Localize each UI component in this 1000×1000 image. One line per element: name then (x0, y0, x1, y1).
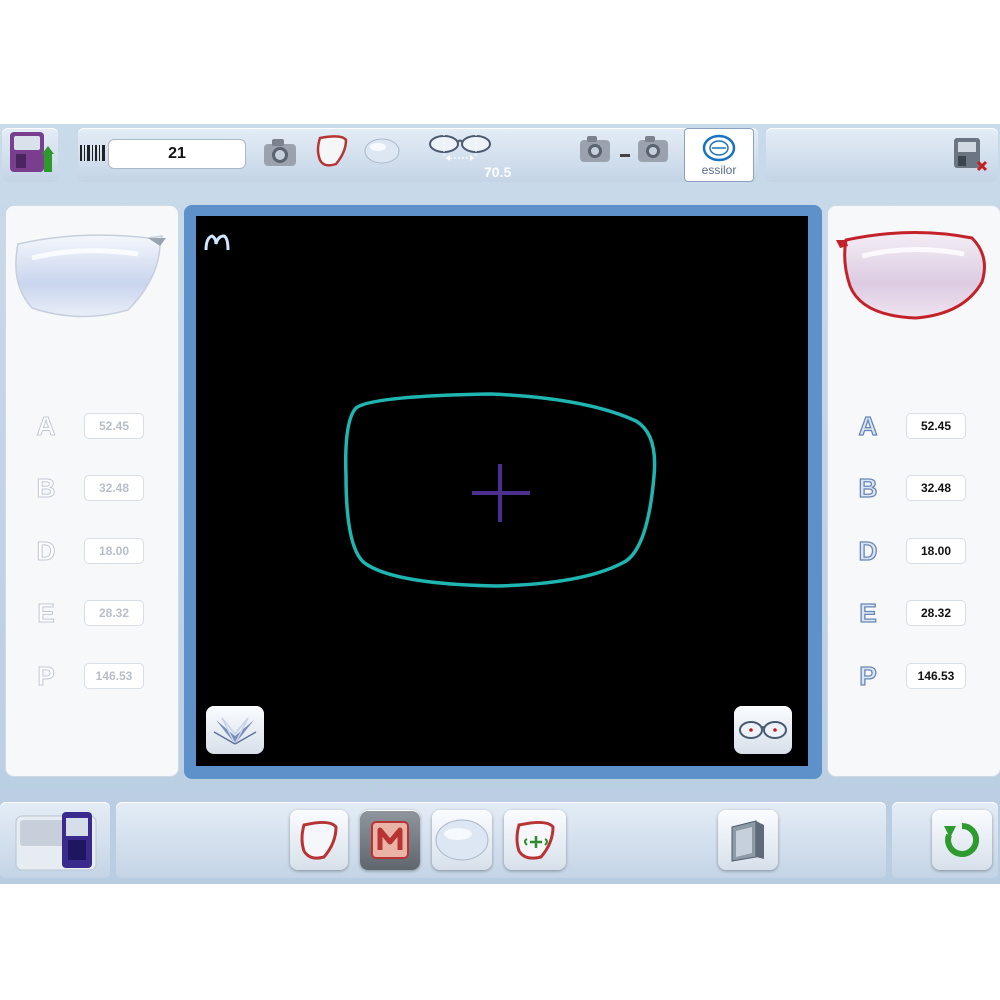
frame-icon[interactable] (312, 132, 352, 170)
export-icon (731, 818, 765, 862)
measurement-value: 32.48 (84, 475, 144, 501)
frame-button-icon (300, 820, 338, 860)
essilor-logo-text: essilor (701, 162, 737, 177)
left-measurement-d: D 18.00 (6, 536, 178, 567)
measurement-letter: A (858, 410, 878, 441)
m-shape-icon[interactable] (204, 234, 230, 251)
export-button[interactable] (718, 810, 778, 870)
measurement-letter: P (37, 661, 55, 692)
left-measurement-e: E 28.32 (6, 598, 178, 629)
measurement-value: 18.00 (906, 538, 966, 564)
essilor-logo[interactable]: essilor (684, 128, 754, 182)
glasses-centers-icon (739, 721, 787, 739)
measurement-letter: E (37, 598, 55, 629)
measurement-value: 146.53 (906, 663, 966, 689)
measurement-letter: A (36, 411, 56, 442)
m-button[interactable] (360, 810, 420, 870)
right-lens-panel: A 52.45 B 32.48 D 18.00 E 28.32 P 146.53 (828, 206, 1000, 776)
lens-icon[interactable] (362, 134, 402, 168)
crosshair (472, 464, 530, 522)
barcode-icon (80, 143, 106, 163)
right-measurement-b: B 32.48 (828, 472, 1000, 504)
edger-machine-button[interactable] (10, 806, 102, 874)
refresh-button[interactable] (932, 810, 992, 870)
left-measurement-b: B 32.48 (6, 473, 178, 504)
left-lens-panel: A 52.45 B 32.48 D 18.00 E 28.32 P 146.53 (6, 206, 178, 776)
measurement-letter: E (859, 597, 878, 628)
edger-machine-icon (15, 812, 97, 871)
measurement-value: 18.00 (84, 538, 144, 564)
frame-button[interactable] (290, 810, 348, 870)
right-measurement-a: A 52.45 (828, 410, 1000, 442)
open-book-icon (213, 717, 257, 745)
shape-viewer[interactable] (196, 216, 808, 766)
pd-value: 70.5 (484, 164, 512, 180)
lens-button[interactable] (432, 810, 492, 870)
measurement-letter: B (36, 473, 56, 504)
exit-icon[interactable] (948, 132, 992, 176)
measurement-value: 52.45 (906, 413, 966, 439)
right-measurement-e: E 28.32 (828, 597, 1000, 629)
m-button-icon (371, 821, 409, 859)
left-measurement-p: P 146.53 (6, 661, 178, 692)
frame-center-icon (515, 820, 555, 860)
measurement-value: 32.48 (906, 475, 966, 501)
measurement-value: 52.45 (84, 413, 144, 439)
job-number-field[interactable]: 21 (108, 139, 246, 169)
machine-upload-icon[interactable] (6, 128, 58, 180)
frame-center-button[interactable] (504, 810, 566, 870)
measurement-letter: D (36, 536, 56, 567)
measurement-value: 28.32 (84, 600, 144, 626)
open-book-button[interactable] (206, 706, 264, 754)
camera-compare-icon[interactable] (576, 132, 676, 168)
camera-icon[interactable] (262, 136, 298, 168)
right-measurement-d: D 18.00 (828, 535, 1000, 567)
pd-glasses-icon[interactable] (424, 130, 496, 164)
measurement-letter: P (859, 660, 878, 691)
measurement-letter: D (858, 535, 878, 566)
left-lens-icon[interactable] (10, 228, 170, 324)
left-measurement-a: A 52.45 (6, 411, 178, 442)
lens-button-icon (435, 819, 489, 861)
measurement-value: 146.53 (84, 663, 144, 689)
bottom-toolbar (0, 800, 1000, 880)
right-measurement-p: P 146.53 (828, 660, 1000, 692)
measurement-value: 28.32 (906, 600, 966, 626)
glasses-centers-button[interactable] (734, 706, 792, 754)
right-lens-icon[interactable] (832, 226, 992, 326)
refresh-icon (944, 822, 980, 857)
measurement-letter: B (858, 472, 878, 503)
